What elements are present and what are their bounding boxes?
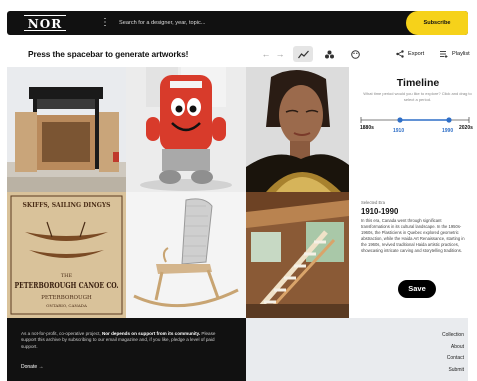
artwork-mailbox-plush[interactable] xyxy=(126,67,246,192)
artwork-canoe-sign[interactable]: SKIFFS, SAILING DINGYS THE PETERBOROUGH … xyxy=(7,192,126,318)
palette-view-button[interactable] xyxy=(345,46,365,62)
pavilion-image xyxy=(7,67,126,192)
selected-era-range: 1910-1990 xyxy=(361,207,399,216)
toolbar: Press the spacebar to generate artworks!… xyxy=(7,42,470,66)
footer-link-contact[interactable]: Contact xyxy=(447,355,464,361)
artwork-portrait[interactable] xyxy=(246,67,349,192)
footer-link-collection[interactable]: Collection xyxy=(442,332,464,338)
page-title: Press the spacebar to generate artworks! xyxy=(28,49,189,59)
search-input[interactable] xyxy=(119,11,406,35)
timeline-end-year: 2020s xyxy=(459,125,473,131)
line-chart-icon xyxy=(297,50,309,58)
canoe-sign-image: SKIFFS, SAILING DINGYS THE PETERBOROUGH … xyxy=(7,192,126,318)
selected-era-label: Selected Era xyxy=(361,200,385,205)
playlist-button[interactable]: Playlist xyxy=(440,42,470,66)
canoe-sign-line5: ONTARIO, CANADA xyxy=(46,303,87,308)
export-button[interactable]: Export xyxy=(396,42,424,66)
donate-link[interactable]: Donate → xyxy=(21,364,44,370)
more-options-icon[interactable]: ⋮ xyxy=(100,18,110,28)
previous-arrow-icon[interactable]: ← xyxy=(259,49,273,59)
timeline-start-year: 1880s xyxy=(360,125,374,131)
canoe-sign-line2: THE xyxy=(61,273,73,279)
support-message: As a not-for-profit, co-operative projec… xyxy=(21,331,226,350)
palette-icon xyxy=(350,49,360,59)
timeline-subtitle: What time period would you like to explo… xyxy=(363,91,472,102)
timeline-start-handle[interactable] xyxy=(397,117,403,123)
playlist-icon xyxy=(440,51,448,58)
cluster-icon xyxy=(324,50,334,58)
site-logo[interactable]: NOR xyxy=(24,15,66,31)
playlist-label: Playlist xyxy=(452,51,470,57)
canoe-sign-line3: PETERBOROUGH CANOE CO. xyxy=(15,280,119,290)
footer-links xyxy=(246,318,468,381)
artwork-pavilion[interactable] xyxy=(7,67,126,192)
timeline-selected-start: 1910 xyxy=(393,128,405,134)
timeline-selected-end: 1990 xyxy=(442,128,454,134)
cluster-view-button[interactable] xyxy=(319,46,339,62)
support-intro: As a not-for-profit, co-operative projec… xyxy=(21,331,102,336)
export-label: Export xyxy=(408,51,425,57)
interior-stairs-image xyxy=(246,192,349,318)
canoe-sign-line1: SKIFFS, SAILING DINGYS xyxy=(23,202,111,209)
support-emphasis: Nor depends on support from its communit… xyxy=(101,331,201,336)
view-tools: ← → xyxy=(259,42,365,66)
footer-link-submit[interactable]: Submit xyxy=(448,367,464,373)
footer-link-about[interactable]: About xyxy=(451,344,464,350)
artwork-interior-stairs[interactable] xyxy=(246,192,349,318)
selected-era-description: In this era, Canada went through signifi… xyxy=(361,218,465,253)
artwork-rocking-chair[interactable] xyxy=(126,192,246,318)
share-icon xyxy=(396,50,404,58)
timeline-end-handle[interactable] xyxy=(446,117,452,123)
next-arrow-icon[interactable]: → xyxy=(273,49,287,59)
mailbox-plush-image xyxy=(126,67,246,192)
rocking-chair-image xyxy=(126,192,246,318)
subscribe-button[interactable]: Subscribe xyxy=(406,11,468,35)
save-button[interactable]: Save xyxy=(398,280,436,298)
portrait-image xyxy=(246,67,349,192)
timeline-view-button[interactable] xyxy=(293,46,313,62)
top-bar: NOR ⋮ Subscribe xyxy=(7,11,468,35)
timeline-title: Timeline xyxy=(396,77,440,89)
canoe-sign-line4: PETERBOROUGH xyxy=(41,295,92,301)
